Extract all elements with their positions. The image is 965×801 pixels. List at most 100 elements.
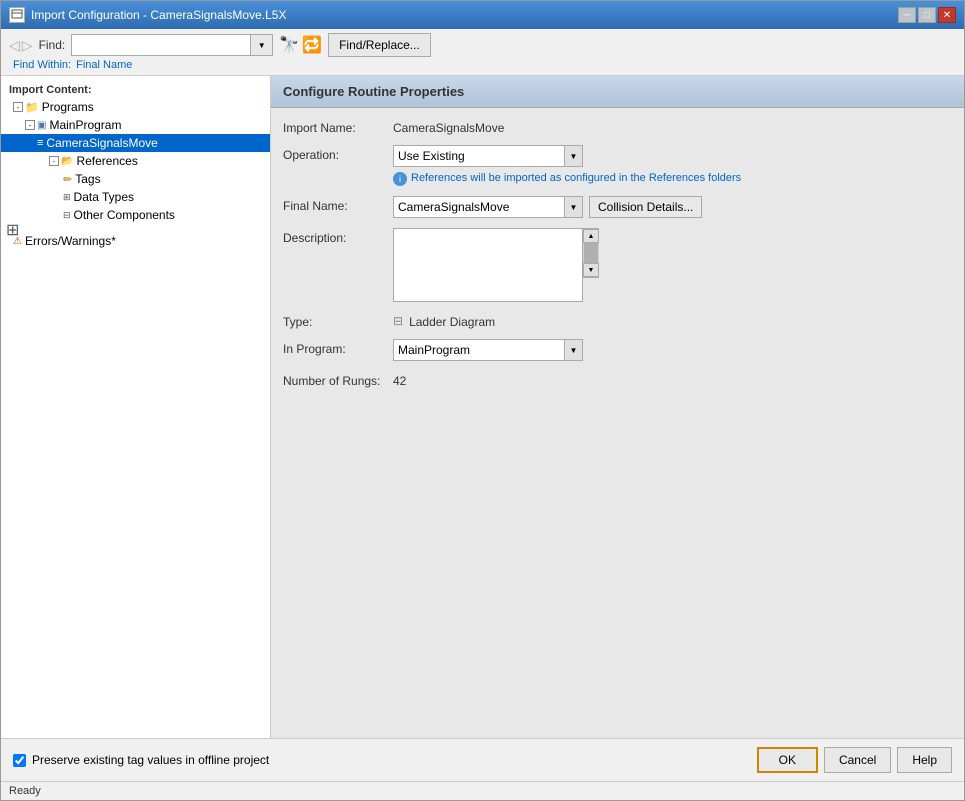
operation-control: Use Existing Create New Overwrite ▼ i Re…	[393, 145, 741, 186]
import-name-label: Import Name:	[283, 118, 393, 135]
errorswarnings-label: Errors/Warnings*	[25, 234, 116, 248]
side-action-icon[interactable]: ⊞	[6, 220, 19, 240]
preserve-checkbox[interactable]	[13, 754, 26, 767]
expand-references[interactable]: -	[49, 156, 59, 166]
toolbar-find-row: ◁ ▷ Find: ▼ 🔭 🔁 Find/Replace...	[9, 33, 956, 57]
mainprogram-label: MainProgram	[49, 118, 121, 132]
scroll-down-button[interactable]: ▼	[583, 263, 599, 277]
toolbar: ◁ ▷ Find: ▼ 🔭 🔁 Find/Replace... Find Wit…	[1, 29, 964, 76]
description-control: ▲ ▼	[393, 228, 599, 302]
close-button[interactable]: ✕	[938, 7, 956, 23]
config-header: Configure Routine Properties	[271, 76, 964, 108]
othercomponents-label: Other Components	[74, 208, 175, 222]
scroll-thumb	[584, 243, 598, 263]
in-program-label: In Program:	[283, 339, 393, 356]
final-name-dropdown-arrow: ▼	[564, 197, 582, 217]
find-replace-button[interactable]: Find/Replace...	[328, 33, 431, 57]
bottom-bar: Preserve existing tag values in offline …	[1, 738, 964, 781]
final-name-control: CameraSignalsMove ▼ Collision Details...	[393, 196, 702, 218]
description-scroll-area	[393, 228, 583, 302]
tree-item-programs[interactable]: - 📁 Programs	[1, 98, 270, 116]
window-icon	[9, 7, 25, 23]
maximize-button[interactable]: □	[918, 7, 936, 23]
status-bar: Ready	[1, 781, 964, 800]
in-program-select-wrapper: MainProgram ▼	[393, 339, 583, 361]
import-name-row: Import Name: CameraSignalsMove	[283, 118, 952, 135]
ladder-icon: ⊟	[393, 314, 403, 328]
final-name-row: Final Name: CameraSignalsMove ▼ Collisio…	[283, 196, 952, 218]
replace-icon[interactable]: 🔁	[302, 35, 322, 55]
expand-programs[interactable]: -	[13, 102, 23, 112]
forward-icon[interactable]: ▷	[22, 37, 33, 54]
tree-item-tags[interactable]: ✏ Tags	[1, 170, 270, 188]
operation-select-wrapper: Use Existing Create New Overwrite ▼	[393, 145, 583, 167]
final-name-select[interactable]: CameraSignalsMove	[394, 197, 564, 217]
programs-icon: 📁	[25, 101, 39, 114]
info-text: References will be imported as configure…	[411, 171, 741, 186]
description-textarea[interactable]	[394, 229, 582, 301]
find-icons: 🔭 🔁	[279, 35, 322, 55]
left-panel: Import Content: - 📁 Programs - ▣ MainPro…	[1, 76, 271, 738]
othercomponents-icon: ⊟	[63, 210, 71, 221]
checkbox-row: Preserve existing tag values in offline …	[13, 753, 269, 767]
type-label: Type:	[283, 312, 393, 329]
config-body: Import Name: CameraSignalsMove Operation…	[271, 108, 964, 410]
scroll-track	[583, 243, 599, 263]
type-row: Type: ⊟ Ladder Diagram	[283, 312, 952, 329]
title-bar: Import Configuration - CameraSignalsMove…	[1, 1, 964, 29]
ok-button[interactable]: OK	[757, 747, 818, 773]
operation-select[interactable]: Use Existing Create New Overwrite	[394, 146, 564, 166]
operation-label: Operation:	[283, 145, 393, 162]
preserve-label: Preserve existing tag values in offline …	[32, 753, 269, 767]
description-scrollbar: ▲ ▼	[583, 228, 599, 278]
window-title: Import Configuration - CameraSignalsMove…	[31, 8, 286, 22]
import-name-value: CameraSignalsMove	[393, 118, 952, 135]
main-content: Import Content: - 📁 Programs - ▣ MainPro…	[1, 76, 964, 738]
programs-label: Programs	[42, 100, 94, 114]
rungs-row: Number of Rungs: 42	[283, 371, 952, 390]
rungs-label: Number of Rungs:	[283, 371, 393, 390]
tree-item-othercomponents[interactable]: ⊟ Other Components	[1, 206, 270, 224]
main-window: Import Configuration - CameraSignalsMove…	[0, 0, 965, 801]
tags-icon: ✏	[63, 173, 72, 186]
bottom-buttons: OK Cancel Help	[757, 747, 952, 773]
find-within-label: Find Within: Final Name	[9, 59, 132, 71]
tree-item-references[interactable]: - 📂 References	[1, 152, 270, 170]
rungs-value: 42	[393, 371, 952, 388]
status-text: Ready	[9, 785, 41, 797]
import-content-header: Import Content:	[1, 80, 270, 98]
expand-mainprogram[interactable]: -	[25, 120, 35, 130]
find-dropdown-arrow[interactable]: ▼	[251, 34, 273, 56]
mainprogram-icon: ▣	[37, 120, 46, 131]
find-within-value[interactable]: Final Name	[76, 59, 132, 71]
tree-item-errorswarnings[interactable]: ⚠ Errors/Warnings*	[1, 232, 270, 250]
back-icon[interactable]: ◁	[9, 37, 20, 54]
operation-dropdown-arrow: ▼	[564, 146, 582, 166]
type-value: Ladder Diagram	[409, 312, 495, 329]
scroll-up-button[interactable]: ▲	[583, 229, 599, 243]
find-input[interactable]	[71, 34, 251, 56]
help-button[interactable]: Help	[897, 747, 952, 773]
binoculars-icon[interactable]: 🔭	[279, 35, 299, 55]
camerasignalsmove-label: CameraSignalsMove	[46, 136, 157, 150]
find-input-group: ▼	[71, 34, 273, 56]
title-bar-left: Import Configuration - CameraSignalsMove…	[9, 7, 286, 23]
datatypes-icon: ⊞	[63, 192, 71, 203]
description-label: Description:	[283, 228, 393, 245]
info-box: i References will be imported as configu…	[393, 171, 741, 186]
toolbar-icons: ◁ ▷	[9, 37, 33, 54]
collision-details-button[interactable]: Collision Details...	[589, 196, 702, 218]
minimize-button[interactable]: ─	[898, 7, 916, 23]
tree-item-camerasignalsmove[interactable]: ≡ CameraSignalsMove	[1, 134, 270, 152]
description-row: Description: ▲ ▼	[283, 228, 952, 302]
in-program-select[interactable]: MainProgram	[394, 340, 564, 360]
info-icon: i	[393, 172, 407, 186]
tree-item-mainprogram[interactable]: - ▣ MainProgram	[1, 116, 270, 134]
cancel-button[interactable]: Cancel	[824, 747, 891, 773]
routine-icon: ≡	[37, 137, 43, 149]
title-bar-buttons: ─ □ ✕	[898, 7, 956, 23]
operation-row: Operation: Use Existing Create New Overw…	[283, 145, 952, 186]
tree-item-datatypes[interactable]: ⊞ Data Types	[1, 188, 270, 206]
find-label: Find:	[39, 38, 66, 52]
references-icon: 📂	[61, 156, 73, 167]
